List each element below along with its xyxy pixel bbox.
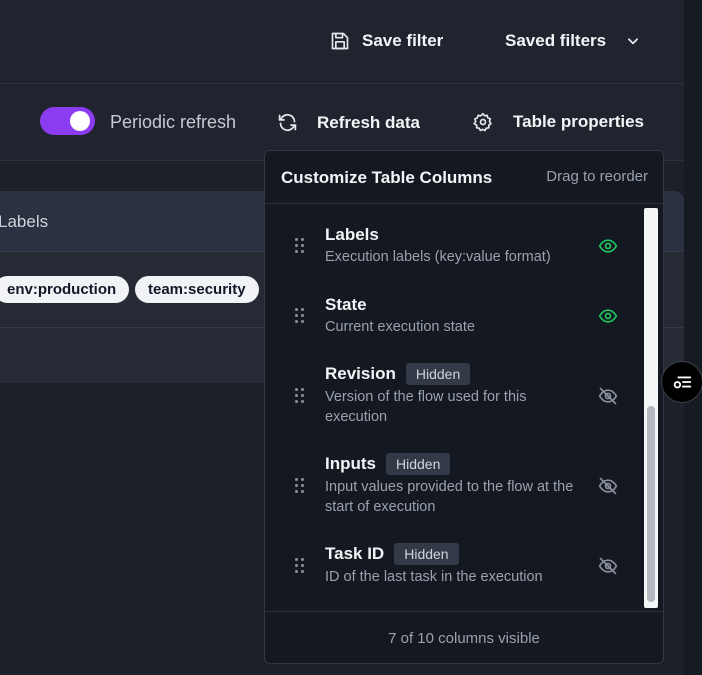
- save-filter-label: Save filter: [362, 31, 444, 50]
- periodic-refresh-label: Periodic refresh: [110, 112, 237, 132]
- right-edge-panel: [684, 0, 702, 675]
- refresh-data-button[interactable]: Refresh data: [277, 112, 420, 133]
- hidden-badge: Hidden: [394, 543, 459, 565]
- drag-handle-icon[interactable]: [295, 388, 305, 404]
- hidden-badge: Hidden: [386, 453, 451, 475]
- column-description: Current execution state: [325, 319, 475, 335]
- label-chip[interactable]: team:security: [135, 276, 259, 303]
- drag-hint: Drag to reorder: [546, 168, 648, 185]
- column-name: Task ID Hidden: [325, 543, 459, 565]
- refresh-icon: [278, 113, 297, 132]
- saved-filters-label: Saved filters: [505, 31, 607, 50]
- hidden-badge: Hidden: [405, 363, 471, 385]
- refresh-data-label: Refresh data: [317, 112, 420, 132]
- drag-handle-icon[interactable]: [295, 308, 305, 324]
- scrollbar-thumb[interactable]: [647, 406, 655, 602]
- column-name: State: [325, 295, 367, 314]
- periodic-refresh-toggle[interactable]: [40, 107, 95, 135]
- toggle-knob: [70, 111, 90, 131]
- eye-icon[interactable]: [598, 236, 618, 256]
- scrollbar[interactable]: [644, 208, 658, 608]
- column-description: Execution labels (key:value format): [325, 249, 551, 265]
- save-filter-button[interactable]: Save filter: [330, 31, 443, 51]
- saved-filters-dropdown[interactable]: Saved filters: [505, 31, 640, 51]
- table-properties-label: Table properties: [513, 112, 644, 131]
- column-item-inputs[interactable]: Inputs Hidden Input values provided to th…: [265, 451, 643, 521]
- table-properties-button[interactable]: Table properties: [473, 112, 644, 132]
- eye-off-icon[interactable]: [598, 386, 618, 406]
- popover-title: Customize Table Columns: [281, 168, 493, 187]
- save-icon: [331, 32, 349, 50]
- gear-icon: [473, 112, 492, 132]
- column-description: Input values provided to the flow at the…: [325, 479, 574, 515]
- drag-handle-icon[interactable]: [295, 558, 305, 574]
- floating-action-button[interactable]: [661, 361, 702, 403]
- customize-columns-popover: Customize Table Columns Drag to reorder …: [264, 150, 664, 664]
- column-item-state[interactable]: State Current execution state: [265, 291, 643, 361]
- labels-column-header[interactable]: Labels: [0, 212, 48, 232]
- column-name: Inputs Hidden: [325, 453, 451, 475]
- column-description: ID of the last task in the execution: [325, 569, 543, 585]
- popover-footer: 7 of 10 columns visible: [265, 611, 663, 663]
- column-item-task-id[interactable]: Task ID Hidden ID of the last task in the…: [265, 541, 643, 611]
- label-chip[interactable]: env:production: [0, 276, 130, 303]
- drag-handle-icon[interactable]: [295, 238, 305, 254]
- column-description: Version of the flow used for this execut…: [325, 389, 527, 425]
- column-item-revision[interactable]: Revision Hidden Version of the flow used …: [265, 361, 643, 431]
- chevron-down-icon: [628, 38, 639, 45]
- popover-header: Customize Table Columns Drag to reorder: [265, 151, 663, 204]
- column-name: Labels: [325, 225, 379, 244]
- eye-off-icon[interactable]: [598, 476, 618, 496]
- drag-handle-icon[interactable]: [295, 478, 305, 494]
- column-item-labels[interactable]: Labels Execution labels (key:value forma…: [265, 221, 643, 291]
- eye-off-icon[interactable]: [598, 556, 618, 576]
- eye-icon[interactable]: [598, 306, 618, 326]
- column-name: Revision Hidden: [325, 363, 471, 385]
- filter-list-icon: [673, 376, 692, 389]
- visible-columns-count: 7 of 10 columns visible: [388, 630, 540, 647]
